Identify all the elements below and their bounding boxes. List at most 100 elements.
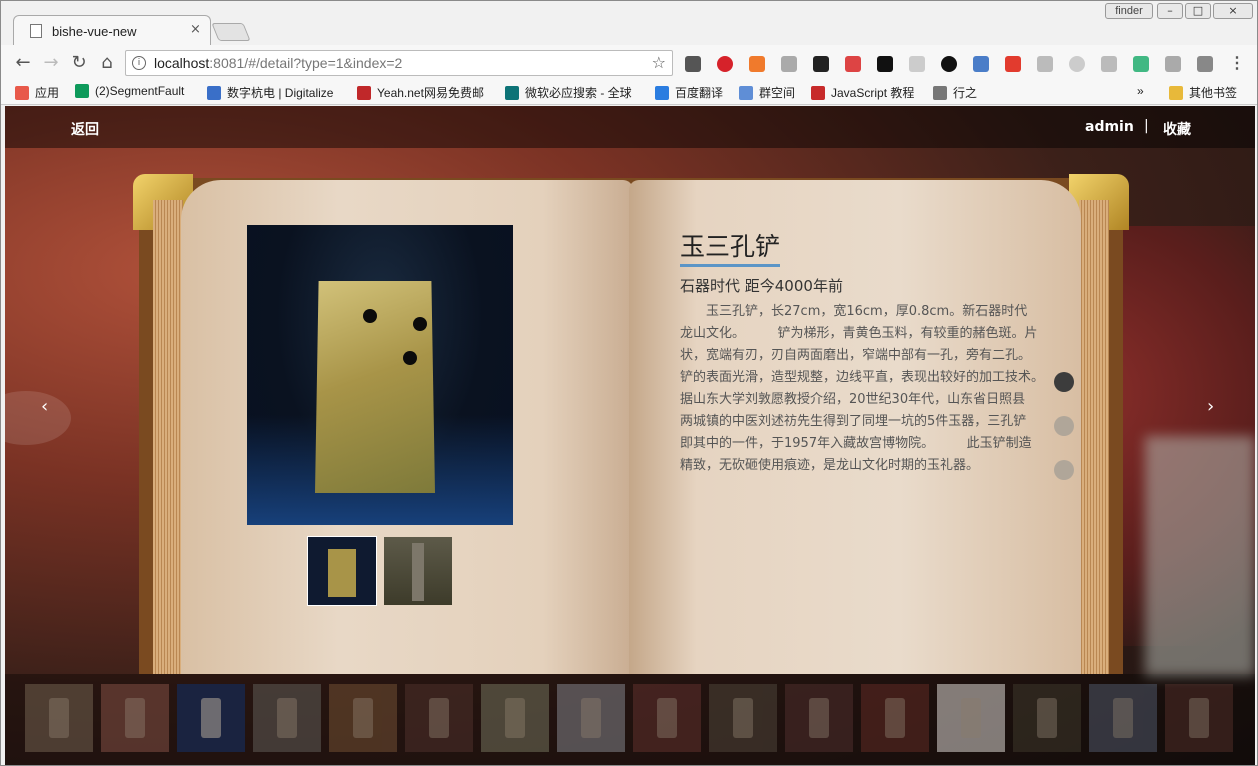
bookmark-item[interactable]: 数字杭电 | Digitalize	[207, 84, 333, 101]
extension-icon[interactable]	[1101, 56, 1117, 72]
page-edges	[1079, 200, 1109, 674]
user-link[interactable]: admin	[1085, 119, 1134, 135]
bookmark-label: 行之	[953, 86, 978, 100]
reload-icon[interactable]: ↻	[67, 51, 91, 75]
strip-thumbnail[interactable]	[1089, 684, 1157, 752]
back-arrow-icon[interactable]: ←	[11, 51, 35, 75]
artifact-thumbnail-strip	[5, 674, 1255, 765]
new-tab-button[interactable]	[211, 23, 251, 41]
strip-thumbnail[interactable]	[633, 684, 701, 752]
jade-hole	[413, 317, 427, 331]
favorite-link[interactable]: 收藏	[1163, 119, 1191, 139]
bookmark-label: »	[1137, 84, 1144, 98]
strip-thumbnail[interactable]	[557, 684, 625, 752]
strip-thumbnail[interactable]	[785, 684, 853, 752]
prev-button-bg[interactable]	[5, 391, 71, 445]
artifact-description: 玉三孔铲，长27cm，宽16cm，厚0.8cm。新石器时代龙山文化。 铲为梯形，…	[680, 304, 1077, 473]
bookmark-item[interactable]: 群空间	[739, 84, 795, 101]
nav-separator: |	[1144, 118, 1149, 134]
extension-icon[interactable]	[1037, 56, 1053, 72]
bookmark-item[interactable]: »	[1137, 84, 1144, 98]
bookmark-label: Yeah.net网易免费邮	[377, 86, 484, 100]
strip-thumbnail[interactable]	[1013, 684, 1081, 752]
bookmark-label: (2)SegmentFault	[95, 84, 185, 98]
extension-icon[interactable]	[909, 56, 925, 72]
maximize-button[interactable]: □	[1185, 3, 1211, 19]
strip-thumbnail[interactable]	[253, 684, 321, 752]
extension-icon[interactable]	[845, 56, 861, 72]
apps-grid-icon	[15, 86, 29, 100]
strip-thumbnail[interactable]	[405, 684, 473, 752]
baidu-translate-icon	[655, 86, 669, 100]
strip-thumbnail[interactable]	[329, 684, 397, 752]
bookmark-label: 应用	[35, 86, 60, 100]
title-underline	[680, 264, 780, 267]
artifact-main-image	[247, 225, 513, 525]
bookmark-item[interactable]: 百度翻译	[655, 84, 723, 101]
opera-extension-icon[interactable]	[717, 56, 733, 72]
extension-icon[interactable]	[1069, 56, 1085, 72]
artifact-thumbnail[interactable]	[307, 536, 377, 606]
extension-icon[interactable]	[813, 56, 829, 72]
extension-icon[interactable]	[1197, 56, 1213, 72]
tab-title: bishe-vue-new	[52, 24, 137, 39]
address-bar[interactable]: i localhost:8081/#/detail?type=1&index=2…	[125, 50, 673, 76]
qun-icon	[739, 86, 753, 100]
strip-thumbnail[interactable]	[101, 684, 169, 752]
bookmark-label: 微软必应搜索 - 全球	[525, 86, 632, 100]
bookmark-item[interactable]: (2)SegmentFault	[75, 84, 184, 98]
artifact-era: 石器时代 距今4000年前	[680, 277, 843, 295]
extension-icon[interactable]	[781, 56, 797, 72]
next-arrow-icon[interactable]: ›	[1207, 396, 1214, 417]
prev-arrow-icon[interactable]: ‹	[41, 396, 48, 417]
extension-icon[interactable]	[749, 56, 765, 72]
bookmark-item[interactable]: 行之	[933, 84, 977, 101]
menu-icon[interactable]: ⋮	[1229, 56, 1245, 72]
back-link[interactable]: 返回	[71, 119, 99, 139]
strip-thumbnail[interactable]	[709, 684, 777, 752]
strip-thumbnail[interactable]	[177, 684, 245, 752]
strip-thumbnail[interactable]	[937, 684, 1005, 752]
page-dot[interactable]	[1054, 416, 1074, 436]
page-dot[interactable]	[1054, 372, 1074, 392]
browser-window: bishe-vue-new × finder – □ × ← → ↻ ⌂ i l…	[0, 0, 1258, 766]
sf-icon	[75, 84, 89, 98]
bookmark-item[interactable]: JavaScript 教程	[811, 84, 914, 101]
bookmark-star-icon[interactable]: ☆	[652, 53, 666, 72]
top-nav: 返回 admin | 收藏	[5, 106, 1255, 148]
extension-icon[interactable]	[685, 56, 701, 72]
eye-extension-icon[interactable]	[941, 56, 957, 72]
info-icon[interactable]: i	[132, 56, 146, 70]
extension-icon[interactable]	[973, 56, 989, 72]
page-dot[interactable]	[1054, 460, 1074, 480]
tab-close-icon[interactable]: ×	[190, 22, 201, 37]
vue-devtools-icon[interactable]	[1133, 56, 1149, 72]
url-text: localhost:8081/#/detail?type=1&index=2	[154, 55, 403, 71]
hdu-icon	[207, 86, 221, 100]
artifact-thumbnail[interactable]	[384, 537, 452, 605]
js-icon	[811, 86, 825, 100]
finder-label: finder	[1105, 3, 1153, 19]
strip-thumbnail[interactable]	[1165, 684, 1233, 752]
home-icon[interactable]: ⌂	[95, 51, 119, 75]
browser-tab[interactable]: bishe-vue-new ×	[13, 15, 211, 47]
bookmark-item[interactable]: 应用	[15, 84, 59, 101]
strip-thumbnail[interactable]	[861, 684, 929, 752]
book: 玉三孔铲 石器时代 距今4000年前 玉三孔铲，长27cm，宽16cm，厚0.8…	[133, 174, 1129, 674]
bookmark-item[interactable]: 其他书签	[1169, 84, 1237, 101]
minimize-button[interactable]: –	[1157, 3, 1183, 19]
bookmark-label: 群空间	[759, 86, 796, 100]
yeah-icon	[357, 86, 371, 100]
bookmark-item[interactable]: Yeah.net网易免费邮	[357, 84, 484, 101]
close-window-button[interactable]: ×	[1213, 3, 1253, 19]
forward-arrow-icon[interactable]: →	[39, 51, 63, 75]
page-icon	[30, 24, 42, 38]
jetbrains-extension-icon[interactable]	[877, 56, 893, 72]
bookmark-item[interactable]: 微软必应搜索 - 全球	[505, 84, 632, 101]
extension-icon[interactable]	[1005, 56, 1021, 72]
jade-hole	[363, 309, 377, 323]
extension-icon[interactable]	[1165, 56, 1181, 72]
strip-thumbnail[interactable]	[25, 684, 93, 752]
strip-thumbnail[interactable]	[481, 684, 549, 752]
browser-toolbar: ← → ↻ ⌂ i localhost:8081/#/detail?type=1…	[1, 45, 1257, 81]
